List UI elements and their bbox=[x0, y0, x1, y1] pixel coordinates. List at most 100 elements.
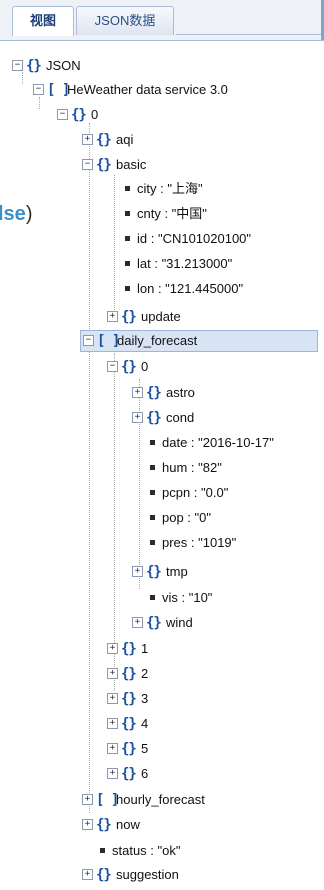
tree-guide bbox=[89, 123, 90, 813]
leaf-icon bbox=[125, 211, 130, 216]
side-paren: ) bbox=[25, 203, 33, 225]
tab-json-data[interactable]: JSON数据 bbox=[76, 6, 174, 35]
object-icon: {} bbox=[146, 615, 162, 631]
expand-toggle-icon[interactable]: + bbox=[82, 869, 93, 880]
tree-leaf-status[interactable]: status : "ok" bbox=[100, 840, 250, 862]
leaf-label: cnty : "中国" bbox=[137, 206, 207, 221]
tree-leaf-pres[interactable]: pres : "1019" bbox=[150, 532, 310, 554]
collapse-toggle-icon[interactable]: − bbox=[33, 84, 44, 95]
tree-node-service[interactable]: − [ ] HeWeather data service 3.0 bbox=[33, 79, 303, 101]
tree-node-aqi[interactable]: + {} aqi bbox=[82, 129, 162, 151]
leaf-label: lat : "31.213000" bbox=[137, 256, 233, 271]
node-label: basic bbox=[116, 157, 147, 172]
tree-node-tmp[interactable]: + {} tmp bbox=[132, 561, 212, 583]
tree-node-0[interactable]: − {} 0 bbox=[57, 104, 137, 126]
node-label: 5 bbox=[141, 741, 149, 756]
tree-node-now[interactable]: + {} now bbox=[82, 814, 172, 836]
tree-node-cond[interactable]: + {} cond bbox=[132, 407, 222, 429]
leaf-icon bbox=[150, 515, 155, 520]
object-icon: {} bbox=[121, 766, 137, 782]
node-label: hourly_forecast bbox=[116, 792, 205, 807]
tree-node-basic[interactable]: − {} basic bbox=[82, 154, 172, 176]
collapse-toggle-icon[interactable]: − bbox=[57, 109, 68, 120]
expand-toggle-icon[interactable]: + bbox=[107, 693, 118, 704]
object-icon: {} bbox=[71, 107, 87, 123]
node-label: suggestion bbox=[116, 867, 179, 882]
object-icon: {} bbox=[146, 564, 162, 580]
expand-toggle-icon[interactable]: + bbox=[132, 387, 143, 398]
tree-node-df1[interactable]: + {} 1 bbox=[107, 638, 167, 660]
expand-toggle-icon[interactable]: + bbox=[107, 668, 118, 679]
node-label: JSON bbox=[46, 58, 81, 73]
tree-node-df3[interactable]: + {} 3 bbox=[107, 688, 167, 710]
tree-leaf-city[interactable]: city : "上海" bbox=[125, 178, 305, 200]
expand-toggle-icon[interactable]: + bbox=[107, 743, 118, 754]
tree-node-df0[interactable]: − {} 0 bbox=[107, 356, 187, 378]
tree-node-df5[interactable]: + {} 5 bbox=[107, 738, 167, 760]
leaf-label: status : "ok" bbox=[112, 843, 181, 858]
expand-toggle-icon[interactable]: + bbox=[82, 794, 93, 805]
leaf-icon bbox=[150, 540, 155, 545]
tab-view[interactable]: 视图 bbox=[12, 6, 74, 36]
tree-leaf-pop[interactable]: pop : "0" bbox=[150, 507, 310, 529]
object-icon: {} bbox=[96, 132, 112, 148]
expand-toggle-icon[interactable]: + bbox=[132, 412, 143, 423]
tree-leaf-vis[interactable]: vis : "10" bbox=[150, 587, 270, 609]
array-icon: [ ] bbox=[97, 333, 120, 349]
tree-leaf-id[interactable]: id : "CN101020100" bbox=[125, 228, 315, 250]
leaf-label: pres : "1019" bbox=[162, 535, 237, 550]
node-label: 0 bbox=[91, 107, 99, 122]
tree-leaf-lon[interactable]: lon : "121.445000" bbox=[125, 278, 305, 300]
leaf-icon bbox=[150, 595, 155, 600]
expand-toggle-icon[interactable]: + bbox=[107, 718, 118, 729]
object-icon: {} bbox=[146, 410, 162, 426]
node-label: aqi bbox=[116, 132, 134, 147]
tree-guide bbox=[114, 175, 115, 320]
tree-node-suggestion[interactable]: + {} suggestion bbox=[82, 864, 222, 886]
tree-leaf-cnty[interactable]: cnty : "中国" bbox=[125, 203, 305, 225]
tree-leaf-date[interactable]: date : "2016-10-17" bbox=[150, 432, 320, 454]
collapse-toggle-icon[interactable]: − bbox=[82, 159, 93, 170]
node-label: tmp bbox=[166, 564, 188, 579]
object-icon: {} bbox=[146, 385, 162, 401]
node-label: 2 bbox=[141, 666, 149, 681]
node-label: wind bbox=[166, 615, 193, 630]
collapse-toggle-icon[interactable]: − bbox=[107, 361, 118, 372]
collapse-toggle-icon[interactable]: − bbox=[12, 60, 23, 71]
tree-leaf-pcpn[interactable]: pcpn : "0.0" bbox=[150, 482, 310, 504]
leaf-label: city : "上海" bbox=[137, 181, 203, 196]
leaf-icon bbox=[150, 440, 155, 445]
tree-node-json[interactable]: − {} JSON bbox=[12, 55, 132, 77]
expand-toggle-icon[interactable]: + bbox=[107, 768, 118, 779]
object-icon: {} bbox=[121, 741, 137, 757]
leaf-label: id : "CN101020100" bbox=[137, 231, 252, 246]
node-label: 1 bbox=[141, 641, 149, 656]
object-icon: {} bbox=[96, 867, 112, 883]
leaf-icon bbox=[100, 848, 105, 853]
tree-node-update[interactable]: + {} update bbox=[107, 306, 207, 328]
tree-leaf-hum[interactable]: hum : "82" bbox=[150, 457, 310, 479]
tree-node-df6[interactable]: + {} 6 bbox=[107, 763, 167, 785]
leaf-icon bbox=[150, 490, 155, 495]
tree-node-wind[interactable]: + {} wind bbox=[132, 612, 212, 634]
node-label: 4 bbox=[141, 716, 149, 731]
tree-node-astro[interactable]: + {} astro bbox=[132, 382, 222, 404]
expand-toggle-icon[interactable]: + bbox=[107, 311, 118, 322]
leaf-label: date : "2016-10-17" bbox=[162, 435, 274, 450]
leaf-icon bbox=[125, 186, 130, 191]
tree-node-df4[interactable]: + {} 4 bbox=[107, 713, 167, 735]
tree-leaf-lat[interactable]: lat : "31.213000" bbox=[125, 253, 305, 275]
node-label: 3 bbox=[141, 691, 149, 706]
expand-toggle-icon[interactable]: + bbox=[132, 617, 143, 628]
expand-toggle-icon[interactable]: + bbox=[82, 134, 93, 145]
tree-node-df2[interactable]: + {} 2 bbox=[107, 663, 167, 685]
expand-toggle-icon[interactable]: + bbox=[107, 643, 118, 654]
collapse-toggle-icon[interactable]: − bbox=[83, 335, 94, 346]
side-text-fragment: lse) bbox=[0, 201, 32, 227]
expand-toggle-icon[interactable]: + bbox=[82, 819, 93, 830]
expand-toggle-icon[interactable]: + bbox=[132, 566, 143, 577]
array-icon: [ ] bbox=[96, 792, 119, 808]
tree-node-hourly-forecast[interactable]: + [ ] hourly_forecast bbox=[82, 789, 262, 811]
leaf-label: hum : "82" bbox=[162, 460, 222, 475]
tree-node-daily-forecast[interactable]: − [ ] daily_forecast bbox=[80, 330, 318, 352]
